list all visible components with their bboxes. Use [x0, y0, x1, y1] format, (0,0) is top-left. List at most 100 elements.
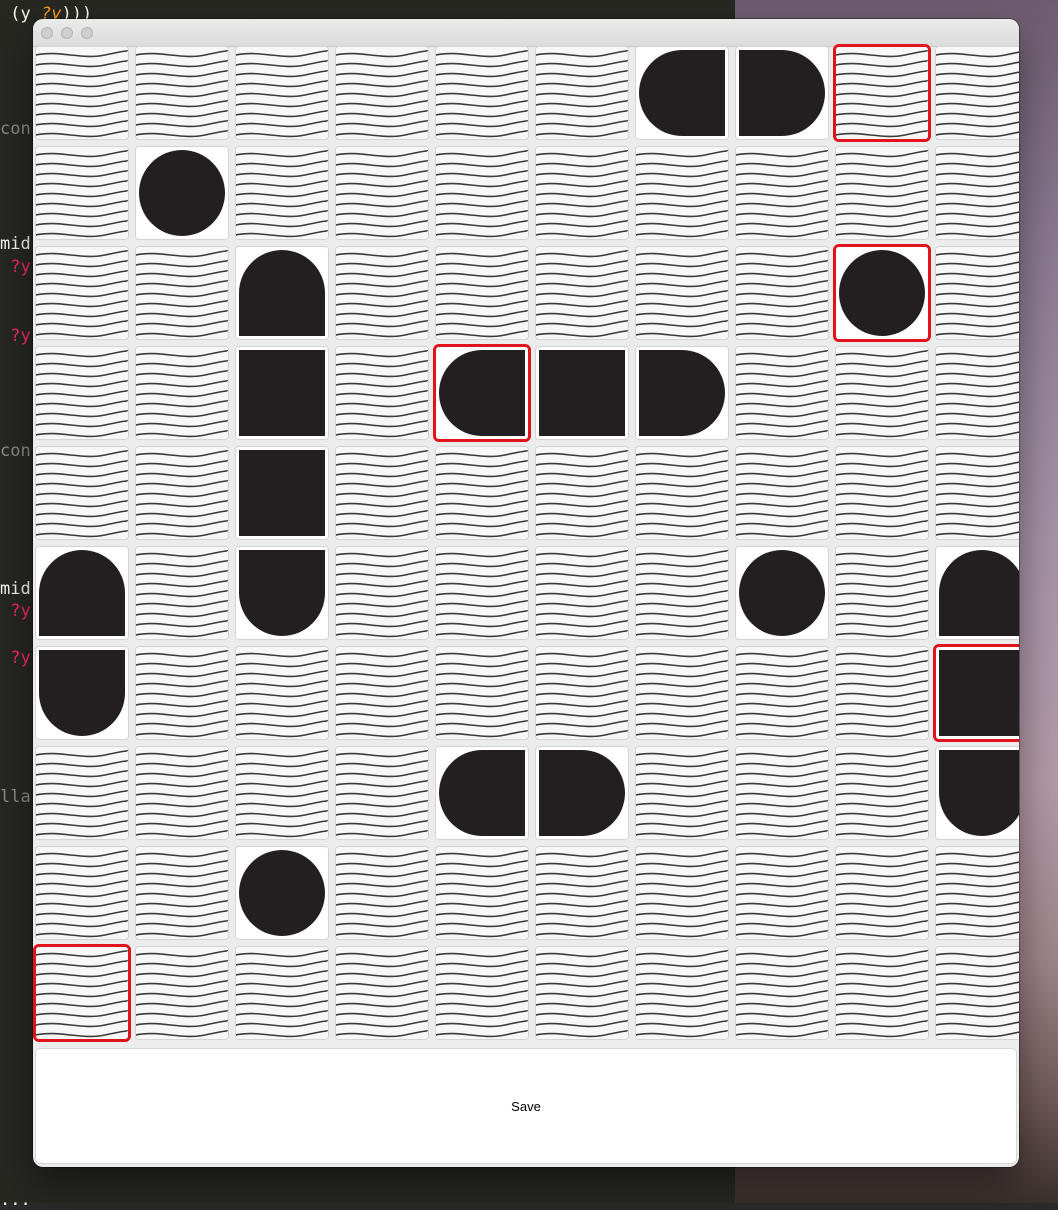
board-cell[interactable]	[336, 447, 428, 539]
board-cell[interactable]	[36, 47, 128, 139]
board-cell[interactable]	[836, 847, 928, 939]
board-cell[interactable]	[536, 747, 628, 839]
board-cell[interactable]	[236, 47, 328, 139]
board-cell[interactable]	[336, 647, 428, 739]
board-cell[interactable]	[936, 447, 1019, 539]
board-cell[interactable]	[936, 47, 1019, 139]
board-cell[interactable]	[536, 147, 628, 239]
board-cell[interactable]	[336, 547, 428, 639]
board-cell[interactable]	[336, 47, 428, 139]
board-cell[interactable]	[536, 347, 628, 439]
board-cell[interactable]	[536, 647, 628, 739]
board-cell[interactable]	[636, 947, 728, 1039]
board-cell[interactable]	[636, 547, 728, 639]
board-cell[interactable]	[236, 847, 328, 939]
board-cell[interactable]	[136, 47, 228, 139]
board-cell[interactable]	[136, 547, 228, 639]
board-cell[interactable]	[736, 847, 828, 939]
board-cell[interactable]	[536, 247, 628, 339]
board-cell[interactable]	[736, 447, 828, 539]
board-cell[interactable]	[36, 147, 128, 239]
board-cell[interactable]	[736, 947, 828, 1039]
board-cell[interactable]	[833, 44, 931, 142]
board-cell[interactable]	[936, 847, 1019, 939]
board-cell[interactable]	[436, 447, 528, 539]
board-cell[interactable]	[736, 247, 828, 339]
board-cell[interactable]	[436, 547, 528, 639]
board-cell[interactable]	[636, 347, 728, 439]
save-button[interactable]: Save	[36, 1049, 1016, 1163]
board-cell[interactable]	[836, 647, 928, 739]
board-cell[interactable]	[336, 947, 428, 1039]
board-cell[interactable]	[36, 247, 128, 339]
board-cell[interactable]	[736, 647, 828, 739]
board-cell[interactable]	[936, 947, 1019, 1039]
board-cell[interactable]	[636, 847, 728, 939]
board-cell[interactable]	[236, 647, 328, 739]
board-cell[interactable]	[236, 247, 328, 339]
minimize-window-icon[interactable]	[61, 27, 73, 39]
board-cell[interactable]	[436, 847, 528, 939]
board-cell[interactable]	[336, 747, 428, 839]
board-cell[interactable]	[936, 347, 1019, 439]
board-cell[interactable]	[136, 247, 228, 339]
board-cell[interactable]	[836, 347, 928, 439]
board-cell[interactable]	[536, 547, 628, 639]
board-cell[interactable]	[936, 147, 1019, 239]
maximize-window-icon[interactable]	[81, 27, 93, 39]
board-cell[interactable]	[436, 947, 528, 1039]
title-bar[interactable]	[33, 19, 1019, 47]
board-cell[interactable]	[836, 747, 928, 839]
board-cell[interactable]	[336, 847, 428, 939]
board-cell[interactable]	[536, 847, 628, 939]
board-cell[interactable]	[636, 147, 728, 239]
board-cell[interactable]	[636, 247, 728, 339]
board-cell[interactable]	[736, 47, 828, 139]
board-cell[interactable]	[136, 347, 228, 439]
board-cell[interactable]	[836, 147, 928, 239]
board-cell[interactable]	[636, 447, 728, 539]
board-cell[interactable]	[536, 447, 628, 539]
board-cell[interactable]	[36, 647, 128, 739]
board-cell[interactable]	[236, 947, 328, 1039]
board-cell[interactable]	[536, 47, 628, 139]
board-cell[interactable]	[636, 747, 728, 839]
board-cell[interactable]	[836, 547, 928, 639]
board-cell[interactable]	[436, 47, 528, 139]
board-cell[interactable]	[136, 647, 228, 739]
board-cell[interactable]	[936, 247, 1019, 339]
board-cell[interactable]	[136, 747, 228, 839]
board-cell[interactable]	[933, 644, 1019, 742]
board-cell[interactable]	[436, 747, 528, 839]
board-cell[interactable]	[136, 147, 228, 239]
board-cell[interactable]	[336, 347, 428, 439]
board-cell[interactable]	[536, 947, 628, 1039]
board-cell[interactable]	[36, 347, 128, 439]
board-cell[interactable]	[236, 747, 328, 839]
board-cell[interactable]	[236, 347, 328, 439]
board-cell[interactable]	[736, 547, 828, 639]
board-cell[interactable]	[136, 447, 228, 539]
board-cell[interactable]	[936, 747, 1019, 839]
board-cell[interactable]	[36, 547, 128, 639]
board-cell[interactable]	[36, 747, 128, 839]
board-cell[interactable]	[836, 447, 928, 539]
board-cell[interactable]	[236, 147, 328, 239]
board-cell[interactable]	[736, 147, 828, 239]
board-cell[interactable]	[736, 347, 828, 439]
board-cell[interactable]	[436, 147, 528, 239]
close-window-icon[interactable]	[41, 27, 53, 39]
board-cell[interactable]	[336, 147, 428, 239]
board-cell[interactable]	[436, 247, 528, 339]
board-cell[interactable]	[836, 947, 928, 1039]
board-cell[interactable]	[36, 847, 128, 939]
board-cell[interactable]	[236, 447, 328, 539]
board-cell[interactable]	[36, 447, 128, 539]
board-cell[interactable]	[433, 344, 531, 442]
board-cell[interactable]	[936, 547, 1019, 639]
board-cell[interactable]	[33, 944, 131, 1042]
board-cell[interactable]	[636, 647, 728, 739]
board-cell[interactable]	[833, 244, 931, 342]
board-cell[interactable]	[336, 247, 428, 339]
board-cell[interactable]	[236, 547, 328, 639]
